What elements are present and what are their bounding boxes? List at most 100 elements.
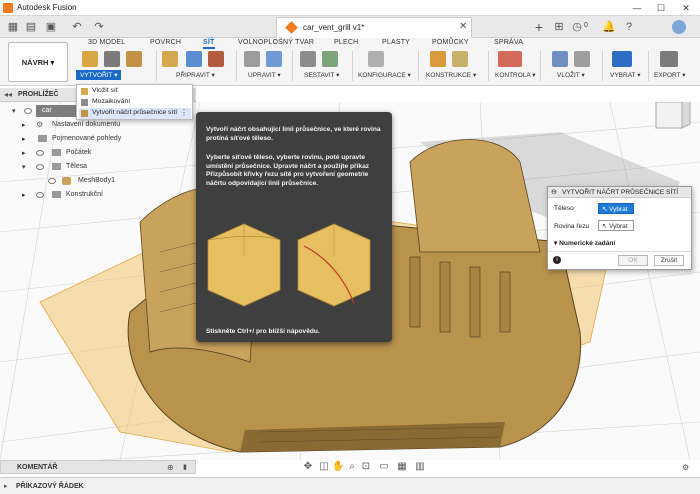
tab-volnoplosny-tvar[interactable]: VOLNOPLOŠNÝ TVAR	[238, 39, 314, 46]
display-settings-icon[interactable]: ▭	[378, 461, 390, 473]
window-title: Autodesk Fusion	[17, 3, 77, 12]
remesh-icon[interactable]	[208, 51, 224, 67]
mesh-section-sketch-icon[interactable]	[126, 51, 142, 67]
insert-icon[interactable]	[552, 51, 568, 67]
ok-button[interactable]: OK	[618, 255, 648, 266]
zoom-icon[interactable]: ⌕	[346, 461, 358, 473]
maximize-button[interactable]: ☐	[650, 1, 672, 15]
combine-icon[interactable]	[266, 51, 282, 67]
minimize-button[interactable]: —	[626, 1, 648, 15]
tab-plech[interactable]: PLECH	[334, 39, 358, 46]
mesh-section-sketch-dialog: ⊖ VYTVOŘIT NÁČRT PRŮSEČNICE SÍTÍ Těleso …	[547, 186, 692, 270]
close-tab-icon[interactable]: ✕	[459, 21, 467, 32]
configure-icon[interactable]	[368, 51, 384, 67]
browser-item-document-settings[interactable]: ▸ ⚙ Nastavení dokumentu	[0, 118, 190, 132]
tab-sprava[interactable]: SPRÁVA	[494, 39, 523, 46]
component-icon[interactable]	[322, 51, 338, 67]
browser-item-meshbody[interactable]: MeshBody1	[0, 174, 190, 188]
avatar[interactable]	[672, 20, 686, 34]
select-group-button[interactable]: VYBRAT ▾	[610, 71, 640, 79]
prepare-icon[interactable]	[162, 51, 178, 67]
browser-item-named-views[interactable]: ▸ Pojmenované pohledy	[0, 132, 190, 146]
tab-plasty[interactable]: PLASTY	[382, 39, 410, 46]
numeric-input-section[interactable]: ▾ Numerické zadání	[554, 239, 615, 247]
offset-plane-icon[interactable]	[430, 51, 446, 67]
panel-toggle-icon[interactable]: ▮	[183, 463, 187, 471]
add-comment-icon[interactable]: ⊕	[167, 463, 174, 472]
comments-panel[interactable]: KOMENTÁŘ ⊕ ▮	[0, 460, 196, 474]
menu-item-tessellate[interactable]: Mozaikování	[79, 97, 191, 108]
document-tab[interactable]: car_vent_grill v1* ✕	[276, 17, 472, 38]
menu-item-create-mesh-section-sketch[interactable]: Vytvořit náčrt průsečnice sítí ⋮	[79, 108, 191, 119]
visibility-eye-icon[interactable]	[36, 164, 44, 170]
zoom-window-icon[interactable]: ⊡	[360, 461, 372, 473]
browser-item-bodies[interactable]: ▾ Tělesa	[0, 160, 190, 174]
tab-pomucky[interactable]: POMŮCKY	[432, 39, 469, 46]
collapse-dialog-icon[interactable]: ⊖	[551, 188, 557, 196]
measure-icon[interactable]	[498, 51, 522, 67]
tab-3d-model[interactable]: 3D MODEL	[88, 39, 125, 46]
visibility-eye-icon[interactable]	[36, 150, 44, 156]
command-tooltip: Vytvoří náčrt obsahující linii průsečnic…	[196, 112, 392, 342]
assemble-group-button[interactable]: SESTAVIT ▾	[304, 71, 339, 79]
insert-group-button[interactable]: VLOŽIT ▾	[557, 71, 585, 79]
info-icon[interactable]: i	[553, 256, 561, 264]
cancel-button[interactable]: Zrušit	[654, 255, 684, 266]
create-group-button[interactable]: VYTVOŘIT ▾	[76, 70, 122, 80]
settings-icon[interactable]: ⚙	[682, 463, 694, 473]
expand-icon[interactable]: ▸	[4, 482, 8, 490]
menu-item-insert-mesh[interactable]: Vložit síť	[79, 86, 191, 97]
visibility-eye-icon[interactable]	[36, 192, 44, 198]
tooltip-instructions: Vyberte síťové těleso, vyberte rovinu, p…	[206, 154, 370, 187]
export-group-button[interactable]: EXPORT ▾	[654, 71, 686, 79]
export-icon[interactable]	[660, 51, 678, 67]
pan-icon[interactable]: ✋	[332, 461, 344, 473]
save-icon[interactable]: ▣	[42, 18, 60, 36]
viewports-icon[interactable]: ▥	[414, 461, 426, 473]
collapse-icon[interactable]: ◂◂	[4, 90, 12, 99]
numeric-input-label: Numerické zadání	[559, 240, 616, 247]
notifications-bell-icon[interactable]: 🔔	[600, 18, 618, 36]
plane-icon[interactable]	[452, 51, 468, 67]
close-window-button[interactable]: ✕	[675, 1, 697, 15]
modify-group-button[interactable]: UPRAVIT ▾	[248, 71, 281, 79]
browser-item-construction[interactable]: ▸ Konstrukční	[0, 188, 190, 202]
construct-group-button[interactable]: KONSTRUKCE ▾	[426, 71, 476, 79]
modify-icon[interactable]	[244, 51, 260, 67]
browser-root[interactable]: ▾ car	[0, 104, 80, 118]
view-cube[interactable]	[655, 102, 691, 129]
prepare-group-button[interactable]: PŘIPRAVIT ▾	[176, 71, 215, 79]
look-at-icon[interactable]: ◫	[318, 461, 330, 473]
visibility-eye-icon[interactable]	[48, 178, 56, 184]
data-panel-icon[interactable]: ▦	[4, 18, 22, 36]
extensions-icon[interactable]: ⊞	[550, 18, 568, 36]
configure-group-button[interactable]: KONFIGURACE ▾	[358, 71, 411, 79]
inspect-group-button[interactable]: KONTROLA ▾	[495, 71, 535, 79]
help-icon[interactable]: ?	[620, 18, 638, 36]
select-body-button[interactable]: ↖ Vybrat	[598, 203, 634, 214]
redo-icon[interactable]: ↷	[90, 18, 108, 36]
tessellate-icon[interactable]	[104, 51, 120, 67]
file-menu-icon[interactable]: ▤	[22, 18, 40, 36]
grid-settings-icon[interactable]: ▦	[396, 461, 408, 473]
more-options-icon[interactable]: ⋮	[180, 108, 188, 117]
visibility-eye-icon[interactable]	[24, 108, 32, 114]
workspace-switcher-button[interactable]: NÁVRH ▾	[8, 42, 68, 82]
new-tab-icon[interactable]: +	[530, 18, 548, 36]
tab-povrch[interactable]: POVRCH	[150, 39, 181, 46]
orbit-icon[interactable]: ✥	[302, 461, 314, 473]
command-line-bar[interactable]: ▸ PŘÍKAZOVÝ ŘÁDEK	[0, 477, 700, 494]
select-plane-button[interactable]: ↖ Vybrat	[598, 220, 634, 231]
browser-item-origin[interactable]: ▸ Počátek	[0, 146, 190, 160]
joint-icon[interactable]	[300, 51, 316, 67]
expand-icon[interactable]: ▾	[12, 107, 16, 115]
tooltip-illustration	[207, 223, 371, 307]
tab-sit[interactable]: SÍŤ	[203, 39, 215, 49]
dialog-header[interactable]: ⊖ VYTVOŘIT NÁČRT PRŮSEČNICE SÍTÍ	[548, 187, 691, 198]
select-icon[interactable]	[612, 51, 632, 67]
undo-icon[interactable]: ↶	[68, 18, 86, 36]
root-component-label[interactable]: car	[36, 105, 78, 117]
decal-icon[interactable]	[574, 51, 590, 67]
repair-icon[interactable]	[186, 51, 202, 67]
insert-mesh-icon[interactable]	[82, 51, 98, 67]
